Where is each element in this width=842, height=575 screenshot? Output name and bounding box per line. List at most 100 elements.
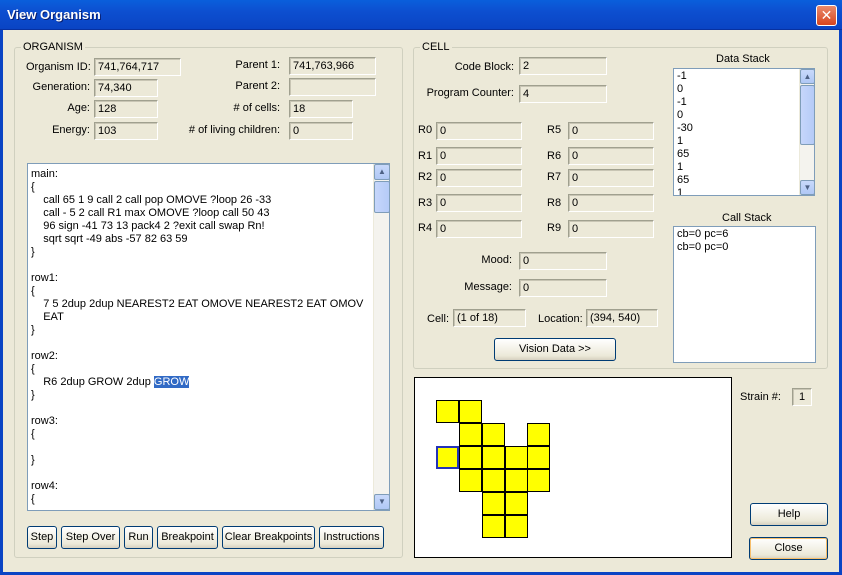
code-line: { xyxy=(31,493,35,505)
code-line: main: xyxy=(31,168,58,180)
code-line: call 65 1 9 call 2 call pop OMOVE ?loop … xyxy=(31,194,272,206)
organism-cell[interactable] xyxy=(527,423,550,446)
strain-field: 1 xyxy=(792,388,812,406)
clear-breakpoints-button[interactable]: Clear Breakpoints xyxy=(222,526,315,549)
organism-cell[interactable] xyxy=(459,446,482,469)
code-line: 7 5 2dup 2dup NEAREST2 EAT OMOVE NEAREST… xyxy=(31,298,364,310)
data-stack-item[interactable]: -1 xyxy=(677,70,693,83)
organism-cell[interactable] xyxy=(482,469,505,492)
register-field: 0 xyxy=(436,220,522,238)
organism-group-title: ORGANISM xyxy=(21,41,85,53)
vision-data-button[interactable]: Vision Data >> xyxy=(494,338,616,361)
title-bar: View Organism ✕ xyxy=(0,0,842,30)
code-block-label: Code Block: xyxy=(454,61,514,73)
data-stack-item[interactable]: 0 xyxy=(677,109,693,122)
organism-cell[interactable] xyxy=(436,400,459,423)
data-stack-item[interactable]: 65 xyxy=(677,148,693,161)
organism-id-label: Organism ID: xyxy=(26,61,91,73)
scroll-up-button[interactable]: ▲ xyxy=(800,69,814,84)
code-line: sqrt sqrt -49 abs -57 82 63 59 xyxy=(31,233,188,245)
organism-cell[interactable] xyxy=(527,469,550,492)
organism-cell[interactable] xyxy=(505,515,528,538)
parent2-label: Parent 2: xyxy=(235,80,280,92)
breakpoint-button[interactable]: Breakpoint xyxy=(157,526,218,549)
parent1-field: 741,763,966 xyxy=(289,57,376,75)
register-field: 0 xyxy=(568,220,654,238)
scroll-down-button[interactable]: ▼ xyxy=(800,180,814,195)
cell-index-label: Cell: xyxy=(427,313,450,325)
code-editor[interactable]: main:{ call 65 1 9 call 2 call pop OMOVE… xyxy=(27,163,390,511)
organism-cell[interactable] xyxy=(505,446,528,469)
scroll-thumb[interactable] xyxy=(800,85,814,145)
close-window-button[interactable]: ✕ xyxy=(816,5,837,26)
organism-cell[interactable] xyxy=(482,446,505,469)
organism-view-canvas[interactable] xyxy=(414,377,732,558)
register-label: R3 xyxy=(418,197,433,209)
code-line: { xyxy=(31,285,35,297)
location-field: (394, 540) xyxy=(586,309,658,327)
register-label: R9 xyxy=(547,222,562,234)
register-label: R2 xyxy=(418,171,433,183)
code-scrollbar[interactable]: ▲ ▼ xyxy=(373,164,390,510)
register-label: R4 xyxy=(418,222,433,234)
code-line: { xyxy=(31,181,35,193)
call-stack-item[interactable]: cb=0 pc=0 xyxy=(677,241,728,254)
call-stack-list[interactable]: cb=0 pc=6 cb=0 pc=0 xyxy=(673,226,816,363)
instructions-button[interactable]: Instructions xyxy=(319,526,384,549)
step-button[interactable]: Step xyxy=(27,526,57,549)
message-field: 0 xyxy=(519,279,607,297)
selected-organism-cell[interactable] xyxy=(436,446,459,469)
code-line: } xyxy=(31,389,35,401)
code-line: row3: xyxy=(31,415,58,427)
organism-cell[interactable] xyxy=(505,492,528,515)
program-counter-label: Program Counter: xyxy=(426,87,514,99)
register-field: 0 xyxy=(436,122,522,140)
organism-cell[interactable] xyxy=(527,446,550,469)
scroll-down-button[interactable]: ▼ xyxy=(374,494,390,510)
code-line: { xyxy=(31,428,35,440)
mood-label: Mood: xyxy=(481,254,512,266)
scroll-thumb[interactable] xyxy=(374,181,390,213)
data-stack-item[interactable]: -1 xyxy=(677,96,693,109)
generation-label: Generation: xyxy=(32,81,90,93)
organism-cell[interactable] xyxy=(459,423,482,446)
data-stack-item[interactable]: 0 xyxy=(677,83,693,96)
code-line: { xyxy=(31,363,35,375)
cell-group-title: CELL xyxy=(420,41,452,53)
step-over-button[interactable]: Step Over xyxy=(61,526,120,549)
organism-cell[interactable] xyxy=(482,492,505,515)
call-stack-title: Call Stack xyxy=(722,212,772,224)
data-stack-scrollbar[interactable]: ▲ ▼ xyxy=(799,69,814,195)
register-label: R8 xyxy=(547,197,562,209)
strain-label: Strain #: xyxy=(740,391,781,403)
register-field: 0 xyxy=(568,169,654,187)
call-stack-item[interactable]: cb=0 pc=6 xyxy=(677,228,728,241)
register-field: 0 xyxy=(568,194,654,212)
age-field: 128 xyxy=(94,100,158,118)
run-button[interactable]: Run xyxy=(124,526,153,549)
organism-cell[interactable] xyxy=(482,423,505,446)
help-button[interactable]: Help xyxy=(750,503,828,526)
organism-cell[interactable] xyxy=(505,469,528,492)
data-stack-item[interactable]: 65 xyxy=(677,174,693,187)
register-field: 0 xyxy=(436,169,522,187)
scroll-up-button[interactable]: ▲ xyxy=(374,164,390,180)
code-text[interactable]: main:{ call 65 1 9 call 2 call pop OMOVE… xyxy=(31,168,375,506)
code-line: row4: xyxy=(31,480,58,492)
cells-count-field: 18 xyxy=(289,100,353,118)
data-stack-list[interactable]: -1 0 -1 0 -30 1 65 1 65 1 ▲ ▼ xyxy=(673,68,815,196)
call-stack-items: cb=0 pc=6 cb=0 pc=0 xyxy=(677,228,728,254)
data-stack-item[interactable]: 1 xyxy=(677,187,693,195)
data-stack-item[interactable]: -30 xyxy=(677,122,693,135)
organism-cell[interactable] xyxy=(459,400,482,423)
data-stack-item[interactable]: 1 xyxy=(677,161,693,174)
energy-label: Energy: xyxy=(52,124,90,136)
organism-cell[interactable] xyxy=(482,515,505,538)
close-button[interactable]: Close xyxy=(749,537,828,560)
organism-cell[interactable] xyxy=(459,469,482,492)
data-stack-item[interactable]: 1 xyxy=(677,135,693,148)
location-label: Location: xyxy=(538,313,583,325)
